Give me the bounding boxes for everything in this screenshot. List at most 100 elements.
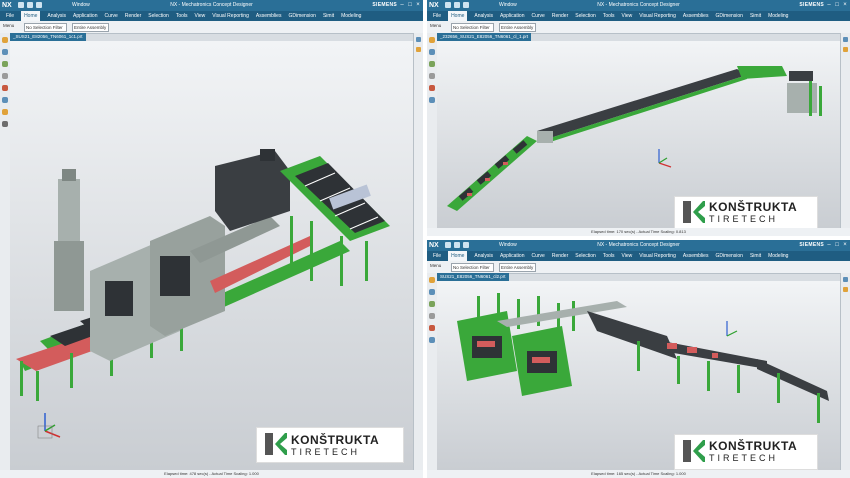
history-icon[interactable] — [2, 73, 8, 79]
ribbon-tab-view[interactable]: View — [622, 253, 633, 259]
ribbon-tab-tools[interactable]: Tools — [176, 13, 188, 19]
assembly-scope-select[interactable]: Entire Assembly — [499, 23, 536, 32]
ribbon-tab-view[interactable]: View — [195, 13, 206, 19]
roles-icon[interactable] — [429, 85, 435, 91]
ribbon-tab-modeling[interactable]: Modeling — [341, 13, 361, 19]
window-menu[interactable]: Window — [72, 0, 90, 11]
ribbon-tab-modeling[interactable]: Modeling — [768, 253, 788, 259]
document-tab[interactable]: _SUS21_E82056_TN6061_1c1.prt — [10, 33, 86, 41]
ribbon-tab-assemblies[interactable]: Assemblies — [256, 13, 282, 19]
window-menu[interactable]: Window — [499, 240, 517, 251]
selection-filter-select[interactable]: No Selection Filter — [451, 263, 494, 272]
undo-icon[interactable] — [454, 2, 460, 8]
web-browser-icon[interactable] — [2, 97, 8, 103]
ribbon-tab-analysis[interactable]: Analysis — [474, 253, 493, 259]
view-icon[interactable] — [416, 37, 421, 42]
ribbon-tab-curve[interactable]: Curve — [532, 13, 545, 19]
ribbon-tab-render[interactable]: Render — [552, 13, 568, 19]
ribbon-tab-gdimension[interactable]: GDimension — [288, 13, 316, 19]
window-controls[interactable]: – □ × — [826, 241, 848, 249]
undo-icon[interactable] — [454, 242, 460, 248]
web-browser-icon[interactable] — [429, 337, 435, 343]
render-icon[interactable] — [416, 47, 421, 52]
redo-icon[interactable] — [36, 2, 42, 8]
minimize-icon[interactable]: – — [826, 1, 832, 9]
physics-navigator-icon[interactable] — [429, 301, 435, 307]
close-icon[interactable]: × — [842, 241, 848, 249]
undo-icon[interactable] — [27, 2, 33, 8]
ribbon-tab-application[interactable]: Application — [500, 253, 524, 259]
maximize-icon[interactable]: □ — [834, 241, 840, 249]
window-menu[interactable]: Window — [499, 0, 517, 11]
physics-navigator-icon[interactable] — [429, 61, 435, 67]
ribbon-tab-tools[interactable]: Tools — [603, 253, 615, 259]
ribbon-tab-curve[interactable]: Curve — [105, 13, 118, 19]
ribbon-tab-file[interactable]: File — [6, 13, 14, 19]
ribbon-tab-simit[interactable]: Simit — [750, 253, 761, 259]
document-tab[interactable]: _232656_SUS21_E82056_TN6061_cl_1.prt — [437, 33, 532, 41]
ribbon-tab-tools[interactable]: Tools — [603, 13, 615, 19]
ribbon-tab-visual-reporting[interactable]: Visual Reporting — [639, 13, 676, 19]
close-icon[interactable]: × — [415, 1, 421, 9]
part-navigator-icon[interactable] — [2, 49, 8, 55]
close-icon[interactable]: × — [842, 1, 848, 9]
ribbon-tab-analysis[interactable]: Analysis — [47, 13, 66, 19]
ribbon-tab-application[interactable]: Application — [500, 13, 524, 19]
ribbon-tab-view[interactable]: View — [622, 13, 633, 19]
ribbon-tab-home[interactable]: Home — [448, 251, 468, 261]
minimize-icon[interactable]: – — [826, 241, 832, 249]
ribbon-tab-file[interactable]: File — [433, 253, 441, 259]
ribbon-tab-modeling[interactable]: Modeling — [768, 13, 788, 19]
ribbon-tab-gdimension[interactable]: GDimension — [715, 253, 743, 259]
ribbon-tab-selection[interactable]: Selection — [148, 13, 169, 19]
render-icon[interactable] — [843, 287, 848, 292]
view-icon[interactable] — [843, 277, 848, 282]
ribbon-tab-visual-reporting[interactable]: Visual Reporting — [212, 13, 249, 19]
redo-icon[interactable] — [463, 242, 469, 248]
ribbon-tab-visual-reporting[interactable]: Visual Reporting — [639, 253, 676, 259]
ribbon-tab-analysis[interactable]: Analysis — [474, 13, 493, 19]
ribbon-tab-gdimension[interactable]: GDimension — [715, 13, 743, 19]
ribbon-tab-home[interactable]: Home — [21, 11, 41, 21]
render-icon[interactable] — [843, 47, 848, 52]
part-navigator-icon[interactable] — [429, 49, 435, 55]
selection-filter-select[interactable]: No Selection Filter — [451, 23, 494, 32]
graphics-window[interactable]: KONŠTRUKTA TIRETECH — [10, 41, 414, 470]
ribbon-tab-simit[interactable]: Simit — [750, 13, 761, 19]
roles-icon[interactable] — [2, 85, 8, 91]
history-icon[interactable] — [429, 313, 435, 319]
ribbon-tab-application[interactable]: Application — [73, 13, 97, 19]
assembly-scope-select[interactable]: Entire Assembly — [72, 23, 109, 32]
maximize-icon[interactable]: □ — [407, 1, 413, 9]
ribbon-tab-assemblies[interactable]: Assemblies — [683, 253, 709, 259]
navigator-icon[interactable] — [2, 37, 8, 43]
history-icon[interactable] — [429, 73, 435, 79]
view-icon[interactable] — [843, 37, 848, 42]
settings-icon[interactable] — [2, 121, 8, 127]
ribbon-tab-selection[interactable]: Selection — [575, 13, 596, 19]
part-navigator-icon[interactable] — [429, 289, 435, 295]
ribbon-tab-file[interactable]: File — [433, 13, 441, 19]
ribbon-tab-selection[interactable]: Selection — [575, 253, 596, 259]
document-tab[interactable]: SUS21_E82056_TN6061_cl2.prt — [437, 273, 509, 281]
menu-button[interactable]: Menu — [3, 23, 14, 28]
menu-button[interactable]: Menu — [430, 263, 441, 268]
save-icon[interactable] — [18, 2, 24, 8]
ribbon-tab-render[interactable]: Render — [125, 13, 141, 19]
quick-access-toolbar[interactable] — [445, 2, 469, 8]
graphics-window[interactable]: KONŠTRUKTA TIRETECH — [437, 281, 841, 470]
assembly-scope-select[interactable]: Entire Assembly — [499, 263, 536, 272]
ribbon-tab-curve[interactable]: Curve — [532, 253, 545, 259]
minimize-icon[interactable]: – — [399, 1, 405, 9]
selection-filter-select[interactable]: No Selection Filter — [24, 23, 67, 32]
graphics-window[interactable]: KONŠTRUKTA TIRETECH — [437, 41, 841, 230]
window-controls[interactable]: – □ × — [826, 1, 848, 9]
save-icon[interactable] — [445, 242, 451, 248]
quick-access-toolbar[interactable] — [445, 242, 469, 248]
navigator-icon[interactable] — [429, 277, 435, 283]
roles-icon[interactable] — [429, 325, 435, 331]
window-controls[interactable]: – □ × — [399, 1, 421, 9]
physics-navigator-icon[interactable] — [2, 61, 8, 67]
web-browser-icon[interactable] — [429, 97, 435, 103]
ribbon-tab-home[interactable]: Home — [448, 11, 468, 21]
